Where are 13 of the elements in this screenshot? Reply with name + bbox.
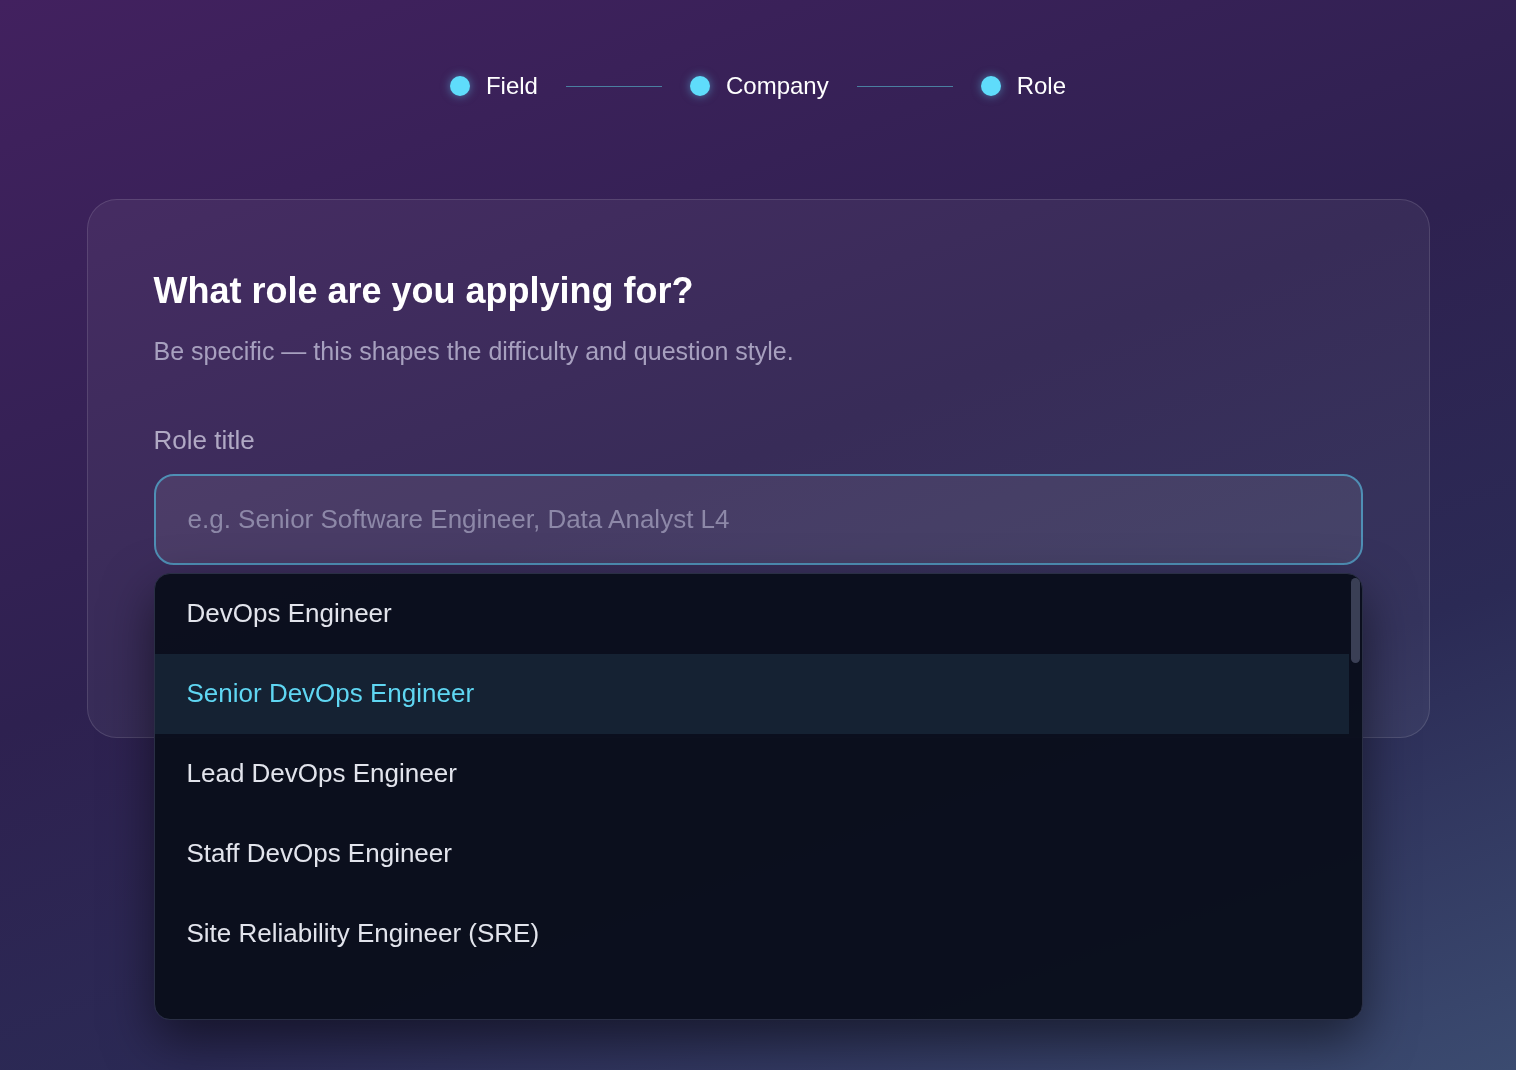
scrollbar-thumb[interactable] bbox=[1350, 577, 1360, 663]
step-label: Company bbox=[725, 71, 829, 101]
suggestion-item[interactable]: Staff DevOps Engineer bbox=[154, 813, 1349, 894]
field-label: Role title bbox=[153, 423, 256, 457]
role-title-field[interactable]: e.g. Senior Software Engineer, Data Analyst L4 bbox=[153, 473, 1363, 565]
suggestion-item[interactable]: DevOps Engineer bbox=[154, 573, 1349, 654]
question-title: What role are you applying for? bbox=[153, 269, 695, 313]
suggestion-item[interactable]: Site Reliability Engineer (SRE) bbox=[154, 893, 1349, 974]
subtitle: Be specific — this shapes the difficulty and question style. bbox=[153, 336, 795, 367]
step-label: Role bbox=[1016, 71, 1067, 101]
suggestion-item[interactable]: Lead DevOps Engineer bbox=[154, 733, 1349, 814]
suggestion-item[interactable]: Senior DevOps Engineer bbox=[154, 653, 1349, 734]
step-label: Field bbox=[485, 71, 538, 101]
